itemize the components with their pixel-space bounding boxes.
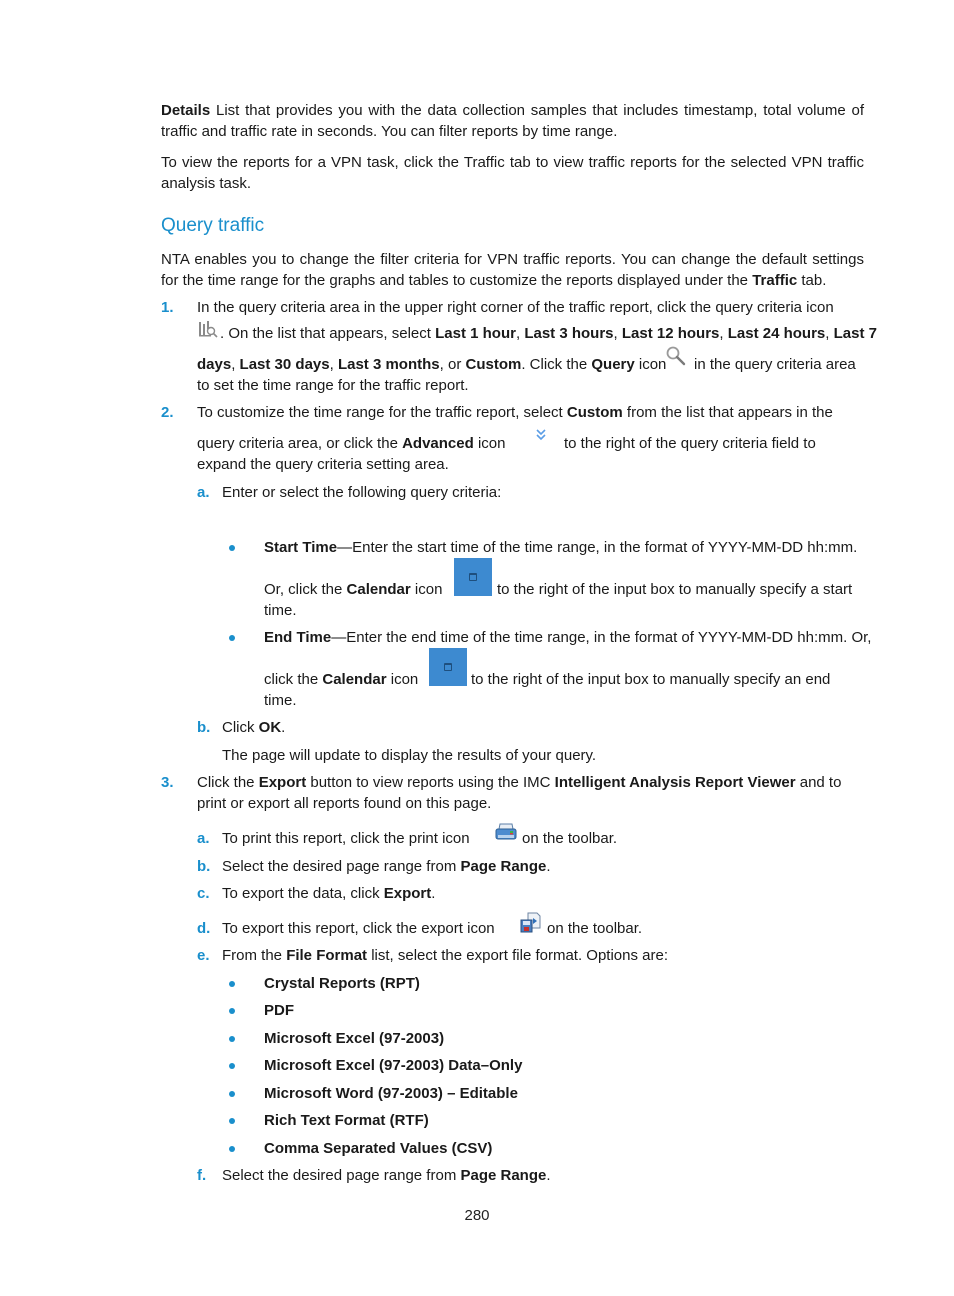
start-time-line-3: time.: [264, 602, 297, 619]
start-time-line-2-tail: to the right of the input box to manuall…: [497, 581, 853, 598]
format-option: Crystal Reports (RPT): [264, 975, 420, 992]
export-icon[interactable]: [520, 912, 541, 933]
step-3f-letter: f.: [197, 1167, 207, 1184]
format-option: Comma Separated Values (CSV): [264, 1140, 493, 1157]
end-time-line-2: click the Calendar icon: [264, 671, 419, 688]
bullet-dot: [229, 1118, 235, 1124]
step-3d-tail: on the toolbar.: [547, 920, 643, 937]
bullet-dot: [229, 1063, 235, 1069]
step-1-line-3-tail: in the query criteria area: [694, 356, 856, 373]
step-1-line-2: . On the list that appears, select Last …: [220, 325, 877, 342]
format-option: PDF: [264, 1002, 294, 1019]
step-2-line-3: expand the query criteria setting area.: [197, 456, 449, 473]
step-3-line-1: Click the Export button to view reports …: [197, 774, 842, 791]
bullet-dot: [229, 1146, 235, 1152]
step-3d-text: To export this report, click the export …: [222, 920, 495, 937]
step-3b-text: Select the desired page range from Page …: [222, 858, 551, 875]
query-criteria-icon[interactable]: [198, 320, 220, 338]
details-text: List that provides you with the data col…: [161, 102, 864, 140]
format-option: Microsoft Excel (97-2003) Data–Only: [264, 1057, 523, 1074]
bullet-dot: [229, 545, 235, 551]
details-term: Details: [161, 102, 211, 119]
start-calendar-button[interactable]: [454, 558, 492, 596]
step-3c-text: To export the data, click Export.: [222, 885, 436, 902]
step-3c-letter: c.: [197, 885, 210, 902]
step-1-line-4: to set the time range for the traffic re…: [197, 377, 469, 394]
start-time-line-2: Or, click the Calendar icon: [264, 581, 443, 598]
end-time-line-1: End Time—Enter the end time of the time …: [264, 629, 872, 646]
query-magnifier-icon[interactable]: [665, 345, 687, 367]
step-2b-text: Click OK.: [222, 719, 286, 736]
section-intro: NTA enables you to change the filter cri…: [161, 251, 864, 289]
step-2a-text: Enter or select the following query crit…: [222, 484, 502, 501]
traffic-tab-term: Traffic: [752, 272, 798, 289]
printer-icon[interactable]: [495, 823, 517, 841]
step-2a-letter: a.: [197, 484, 210, 501]
end-calendar-button[interactable]: [429, 648, 467, 686]
bullet-dot: [229, 635, 235, 641]
step-3b-letter: b.: [197, 858, 211, 875]
details-paragraph: Details List that provides you with the …: [161, 100, 864, 142]
step-2-line-2: query criteria area, or click the Advanc…: [197, 435, 506, 452]
calendar-icon: [444, 663, 452, 671]
step-1-line-1: In the query criteria area in the upper …: [197, 299, 834, 316]
advanced-double-chevron-icon[interactable]: [535, 428, 547, 441]
format-option: Rich Text Format (RTF): [264, 1112, 429, 1129]
step-2-line-2-tail: to the right of the query criteria field…: [564, 435, 816, 452]
start-time-line-1: Start Time—Enter the start time of the t…: [264, 539, 858, 556]
step-3a-tail: on the toolbar.: [522, 830, 618, 847]
end-time-line-3: time.: [264, 692, 297, 709]
step-2b-letter: b.: [197, 719, 211, 736]
step-2-number: 2.: [161, 404, 174, 421]
bullet-dot: [229, 1036, 235, 1042]
step-3-number: 3.: [161, 774, 174, 791]
format-option: Microsoft Excel (97-2003): [264, 1030, 445, 1047]
end-time-line-2-tail: to the right of the input box to manuall…: [471, 671, 831, 688]
format-option: Microsoft Word (97-2003) – Editable: [264, 1085, 518, 1102]
step-2-line-1: To customize the time range for the traf…: [197, 404, 833, 421]
bullet-dot: [229, 1008, 235, 1014]
step-3e-text: From the File Format list, select the ex…: [222, 947, 669, 964]
bullet-dot: [229, 981, 235, 987]
step-3a-text: To print this report, click the print ic…: [222, 830, 470, 847]
step-3-line-2: print or export all reports found on thi…: [197, 795, 492, 812]
step-1-number: 1.: [161, 299, 174, 316]
calendar-icon: [469, 573, 477, 581]
vpn-paragraph: To view the reports for a VPN task, clic…: [161, 154, 864, 192]
step-3e-letter: e.: [197, 947, 210, 964]
step-3a-letter: a.: [197, 830, 210, 847]
page-number: 280: [464, 1207, 490, 1224]
step-3d-letter: d.: [197, 920, 211, 937]
step-3f-text: Select the desired page range from Page …: [222, 1167, 551, 1184]
bullet-dot: [229, 1091, 235, 1097]
step-1-line-3: days, Last 30 days, Last 3 months, or Cu…: [197, 356, 667, 373]
section-title: Query traffic: [161, 215, 265, 236]
step-2b-result: The page will update to display the resu…: [222, 747, 597, 764]
